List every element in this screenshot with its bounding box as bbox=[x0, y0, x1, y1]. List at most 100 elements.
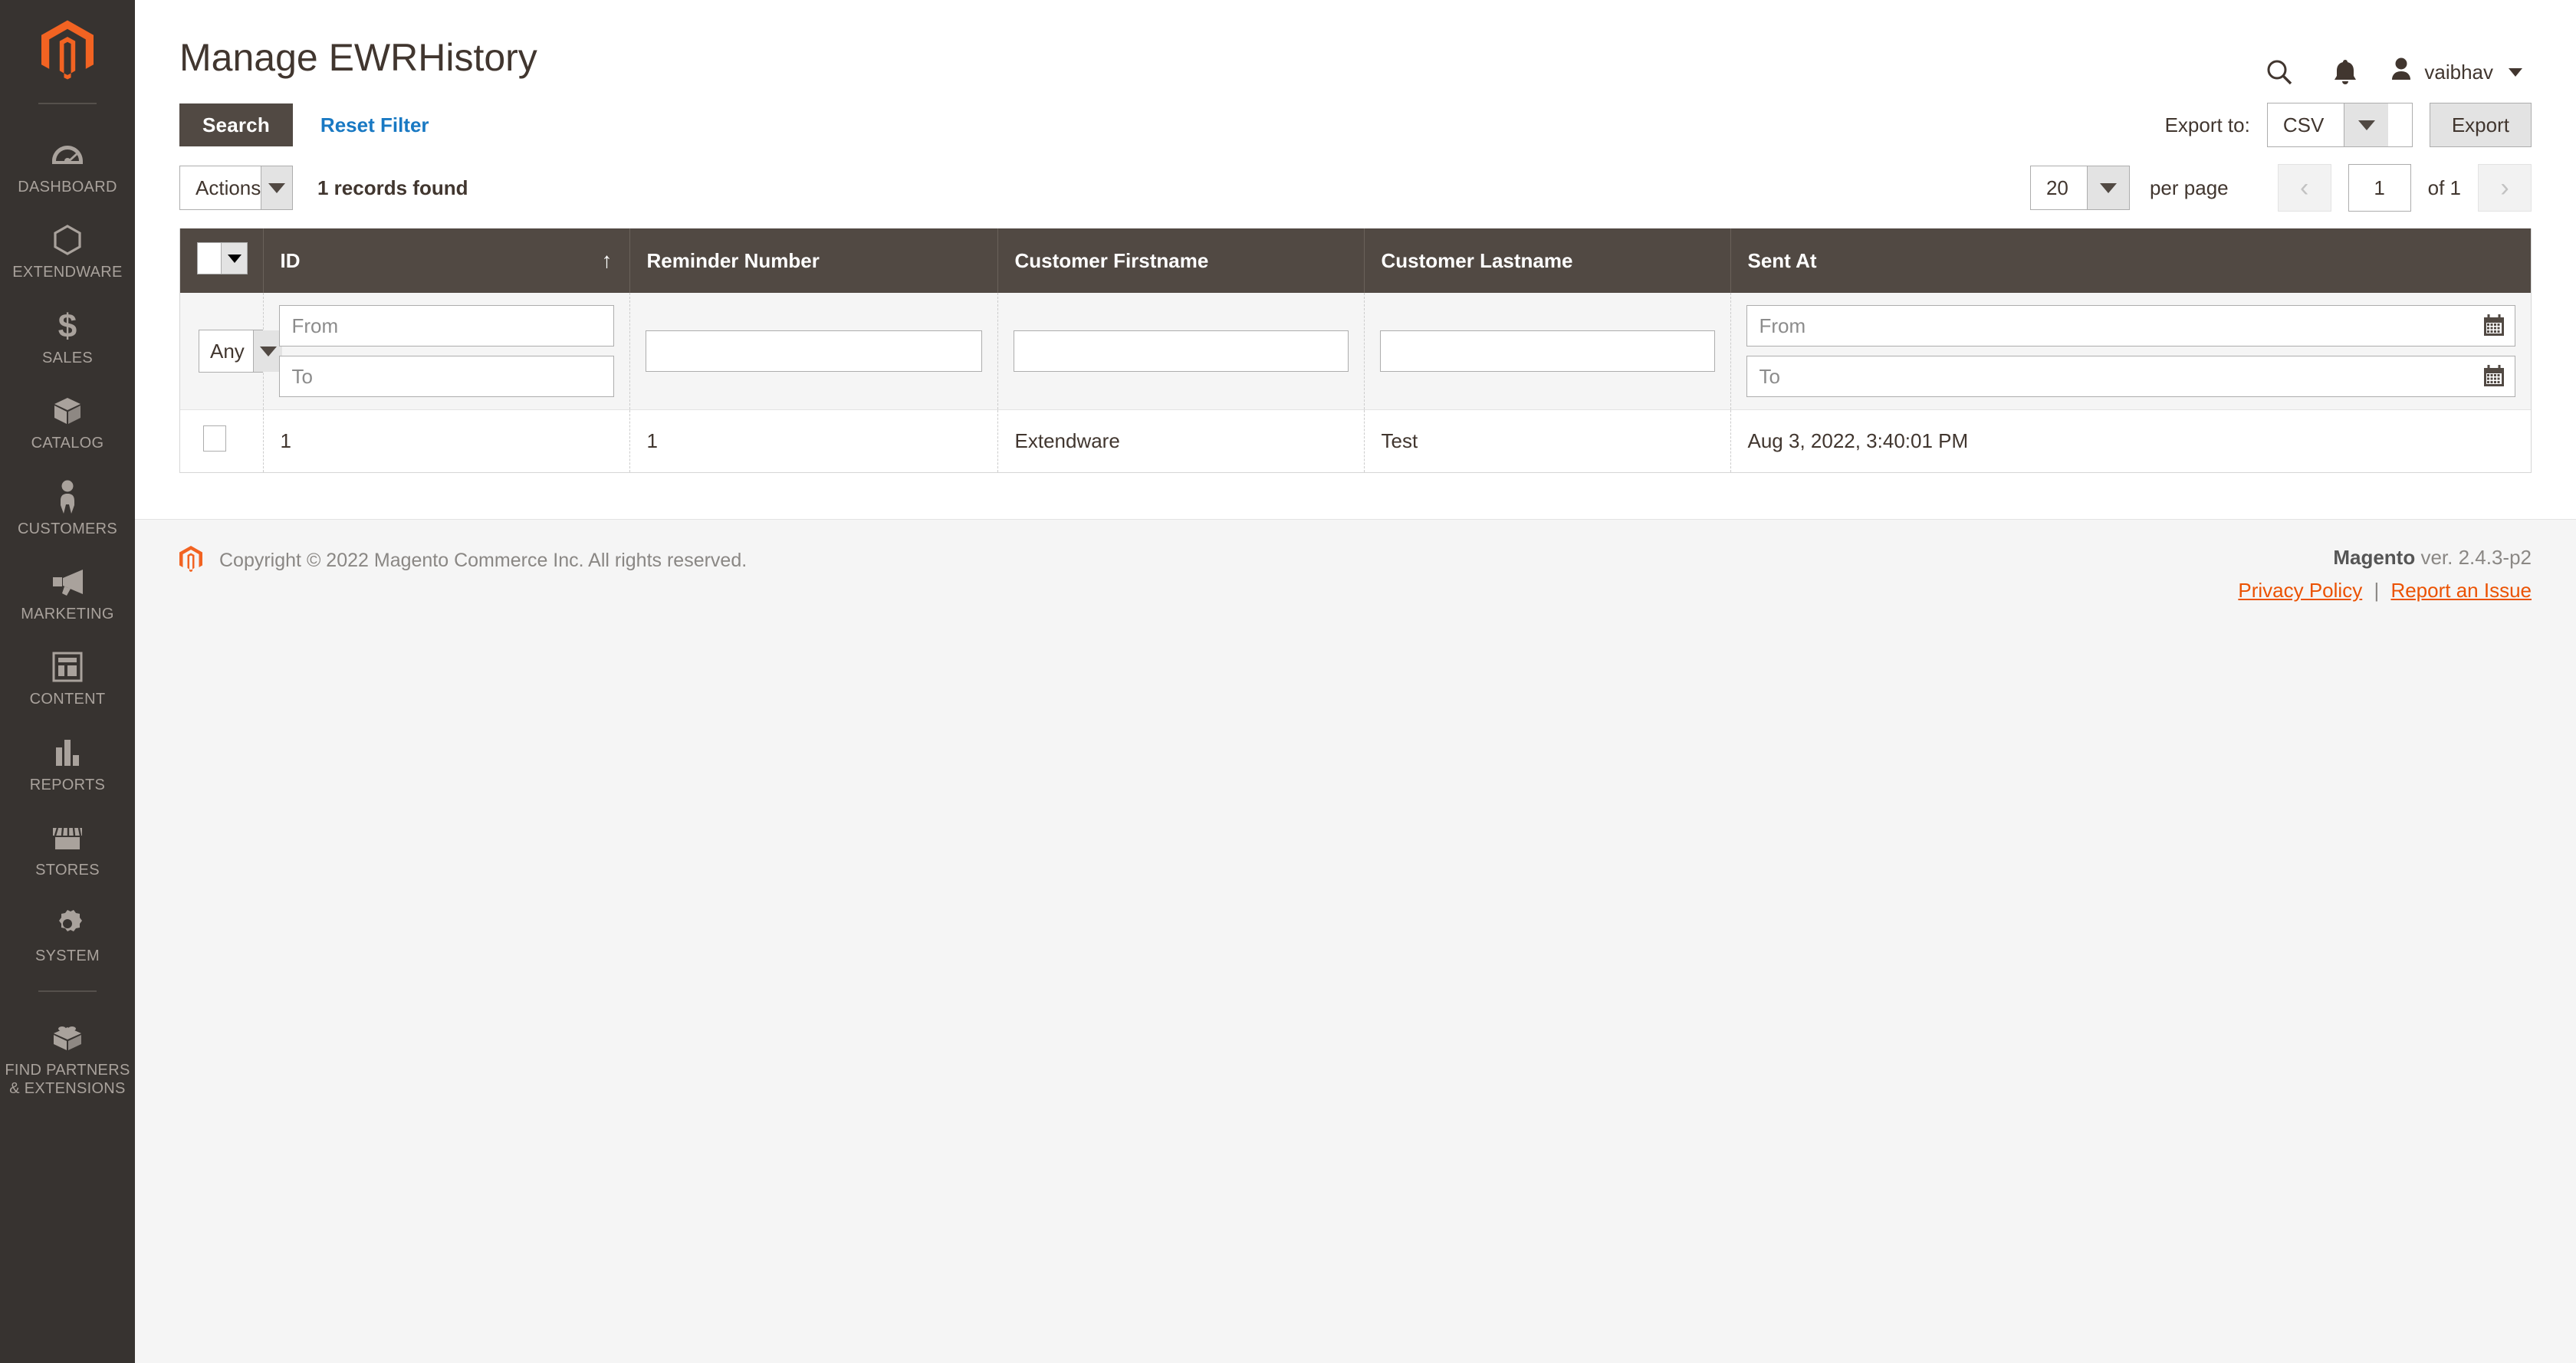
reminder-number-input[interactable] bbox=[645, 330, 982, 372]
chevron-down-icon bbox=[221, 243, 247, 274]
sent-at-from-input[interactable] bbox=[1746, 305, 2515, 346]
bell-icon[interactable] bbox=[2312, 51, 2378, 94]
export-button[interactable]: Export bbox=[2429, 103, 2532, 147]
filter-customer-firstname bbox=[997, 293, 1365, 410]
sidebar-divider-bottom bbox=[38, 990, 97, 992]
per-page-select[interactable]: 20 bbox=[2029, 166, 2130, 210]
pagination-area: 20 per page ‹ of 1 › bbox=[2029, 164, 2532, 212]
sidebar-item-label: CUSTOMERS bbox=[17, 520, 118, 537]
footer-link-separator: | bbox=[2374, 579, 2380, 602]
column-header-customer-firstname[interactable]: Customer Firstname bbox=[997, 228, 1365, 293]
chevron-left-icon[interactable]: ‹ bbox=[2277, 164, 2331, 212]
report-issue-link[interactable]: Report an Issue bbox=[2390, 579, 2532, 602]
arrow-up-icon: ↑ bbox=[601, 248, 613, 272]
column-header-customer-lastname[interactable]: Customer Lastname bbox=[1364, 228, 1731, 293]
id-to-input[interactable] bbox=[278, 356, 614, 397]
page-header: Manage EWRHistory vaibhav bbox=[135, 0, 2576, 92]
massaction-checkbox bbox=[198, 243, 221, 274]
user-menu[interactable]: vaibhav bbox=[2378, 57, 2544, 88]
sidebar-item-label: MARKETING bbox=[21, 605, 114, 622]
current-page-input[interactable] bbox=[2348, 164, 2411, 212]
calendar-icon[interactable] bbox=[2482, 314, 2506, 338]
row-checkbox-cell bbox=[180, 409, 264, 472]
chevron-down-icon bbox=[253, 330, 282, 372]
sidebar-item-find-partners[interactable]: FIND PARTNERS & EXTENSIONS bbox=[0, 1007, 135, 1112]
dashboard-icon bbox=[51, 137, 84, 172]
sidebar-item-content[interactable]: CONTENT bbox=[0, 636, 135, 721]
per-page-value: 20 bbox=[2045, 176, 2068, 199]
privacy-policy-link[interactable]: Privacy Policy bbox=[2238, 579, 2362, 602]
brand-name: Magento bbox=[2333, 546, 2416, 569]
reset-filter-link[interactable]: Reset Filter bbox=[320, 113, 429, 137]
search-controls: Search Reset Filter bbox=[179, 103, 429, 146]
dollar-icon: $ bbox=[54, 308, 80, 343]
grid-filter-row: Any bbox=[180, 293, 2531, 410]
megaphone-icon bbox=[51, 564, 84, 599]
grid-header-row: ID ↑ Reminder Number Customer Firstname bbox=[180, 228, 2531, 293]
sidebar-item-label: STORES bbox=[35, 862, 100, 879]
search-icon[interactable] bbox=[2246, 51, 2312, 94]
footer-links: Privacy Policy | Report an Issue bbox=[2238, 579, 2532, 603]
hexagon-icon bbox=[54, 222, 81, 258]
sidebar-item-stores[interactable]: STORES bbox=[0, 807, 135, 892]
person-icon bbox=[56, 479, 79, 514]
chevron-down-icon bbox=[2344, 103, 2389, 146]
sidebar-item-label: CONTENT bbox=[29, 691, 106, 708]
main-content: Manage EWRHistory vaibhav Search Reset F… bbox=[135, 0, 2576, 1363]
bar-chart-icon bbox=[54, 735, 81, 770]
cell-sent-at: Aug 3, 2022, 3:40:01 PM bbox=[1730, 409, 2531, 472]
sidebar-item-label: SYSTEM bbox=[34, 947, 100, 964]
cell-id: 1 bbox=[263, 409, 630, 472]
calendar-icon[interactable] bbox=[2482, 364, 2506, 389]
chevron-down-icon bbox=[2087, 166, 2129, 209]
version-text: Magento ver. 2.4.3-p2 bbox=[2238, 546, 2532, 570]
magento-logo[interactable] bbox=[0, 20, 135, 103]
sidebar-item-label: EXTENDWARE bbox=[12, 264, 123, 281]
column-header-id[interactable]: ID ↑ bbox=[263, 228, 630, 293]
chevron-right-icon[interactable]: › bbox=[2478, 164, 2532, 212]
main-sidebar: DASHBOARD EXTENDWARE $ SALES CATALOG CUS… bbox=[0, 0, 135, 1363]
column-label: Customer Lastname bbox=[1381, 248, 1573, 272]
sent-at-to-input[interactable] bbox=[1746, 356, 2515, 397]
sidebar-item-extendware[interactable]: EXTENDWARE bbox=[0, 209, 135, 294]
export-format-select[interactable]: CSV bbox=[2266, 103, 2413, 147]
gear-icon bbox=[52, 906, 83, 941]
search-button[interactable]: Search bbox=[179, 103, 293, 146]
sidebar-item-customers[interactable]: CUSTOMERS bbox=[0, 466, 135, 551]
sidebar-item-marketing[interactable]: MARKETING bbox=[0, 551, 135, 636]
export-to-label: Export to: bbox=[2164, 113, 2250, 136]
brick-icon bbox=[51, 1020, 84, 1056]
column-header-sent-at[interactable]: Sent At bbox=[1730, 228, 2531, 293]
grid-toolbar-top: Search Reset Filter Export to: CSV Expor… bbox=[179, 103, 2532, 147]
page-content: Search Reset Filter Export to: CSV Expor… bbox=[135, 92, 2576, 473]
user-avatar-icon bbox=[2389, 57, 2413, 88]
page-footer: Copyright © 2022 Magento Commerce Inc. A… bbox=[135, 519, 2576, 1363]
export-controls: Export to: CSV Export bbox=[2165, 103, 2532, 147]
column-header-reminder-number[interactable]: Reminder Number bbox=[629, 228, 998, 293]
chevron-down-icon bbox=[2509, 67, 2522, 77]
massaction-any-select[interactable]: Any bbox=[199, 330, 283, 373]
footer-left: Copyright © 2022 Magento Commerce Inc. A… bbox=[179, 546, 747, 576]
layout-icon bbox=[52, 649, 83, 685]
sidebar-item-sales[interactable]: $ SALES bbox=[0, 295, 135, 380]
id-from-input[interactable] bbox=[278, 305, 614, 346]
customer-firstname-input[interactable] bbox=[1013, 330, 1349, 372]
customer-lastname-input[interactable] bbox=[1379, 330, 1715, 372]
user-name: vaibhav bbox=[2424, 60, 2493, 84]
copyright-text: Copyright © 2022 Magento Commerce Inc. A… bbox=[219, 550, 748, 571]
row-checkbox[interactable] bbox=[203, 425, 226, 452]
actions-value: Actions bbox=[196, 176, 261, 199]
total-pages-label: of 1 bbox=[2427, 176, 2461, 199]
header-actions: vaibhav bbox=[2246, 51, 2544, 94]
massaction-select[interactable] bbox=[197, 242, 248, 274]
page-title: Manage EWRHistory bbox=[179, 36, 537, 79]
sidebar-item-label: CATALOG bbox=[31, 435, 104, 452]
grid-toolbar-actions: Actions 1 records found 20 per page ‹ of… bbox=[179, 164, 2532, 212]
sidebar-item-reports[interactable]: REPORTS bbox=[0, 722, 135, 807]
filter-customer-lastname bbox=[1364, 293, 1731, 410]
sidebar-item-dashboard[interactable]: DASHBOARD bbox=[0, 124, 135, 209]
actions-select[interactable]: Actions bbox=[179, 166, 293, 210]
sidebar-item-system[interactable]: SYSTEM bbox=[0, 893, 135, 978]
sidebar-item-catalog[interactable]: CATALOG bbox=[0, 380, 135, 465]
table-row[interactable]: 1 1 Extendware Test Aug 3, 2022, 3:40:01… bbox=[180, 409, 2531, 472]
